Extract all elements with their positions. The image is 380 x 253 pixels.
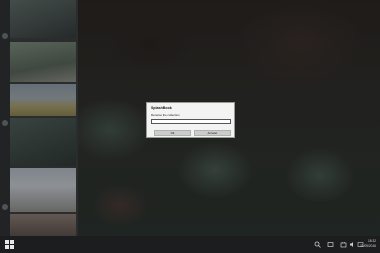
desktop-screen: SplashBook Rename the collection Ok Annu… — [0, 0, 380, 253]
volume-icon[interactable] — [349, 241, 356, 248]
windows-start-icon[interactable] — [5, 240, 14, 249]
app-window: SplashBook Rename the collection Ok Annu… — [0, 0, 380, 236]
collection-name-input[interactable] — [151, 119, 231, 124]
ok-button[interactable]: Ok — [154, 130, 191, 136]
search-icon[interactable] — [314, 241, 321, 248]
dialog-message: Rename the collection — [151, 113, 180, 117]
dialog-title: SplashBook — [151, 106, 172, 110]
task-view-icon[interactable] — [327, 241, 334, 248]
clock-date: 31/05/2016 — [360, 243, 376, 248]
rename-dialog: SplashBook Rename the collection Ok Annu… — [146, 102, 235, 138]
cancel-button[interactable]: Annuler — [194, 130, 231, 136]
taskbar: 18:32 31/05/2016 — [0, 236, 380, 253]
system-clock[interactable]: 18:32 31/05/2016 — [360, 239, 376, 248]
store-icon[interactable] — [340, 241, 347, 248]
